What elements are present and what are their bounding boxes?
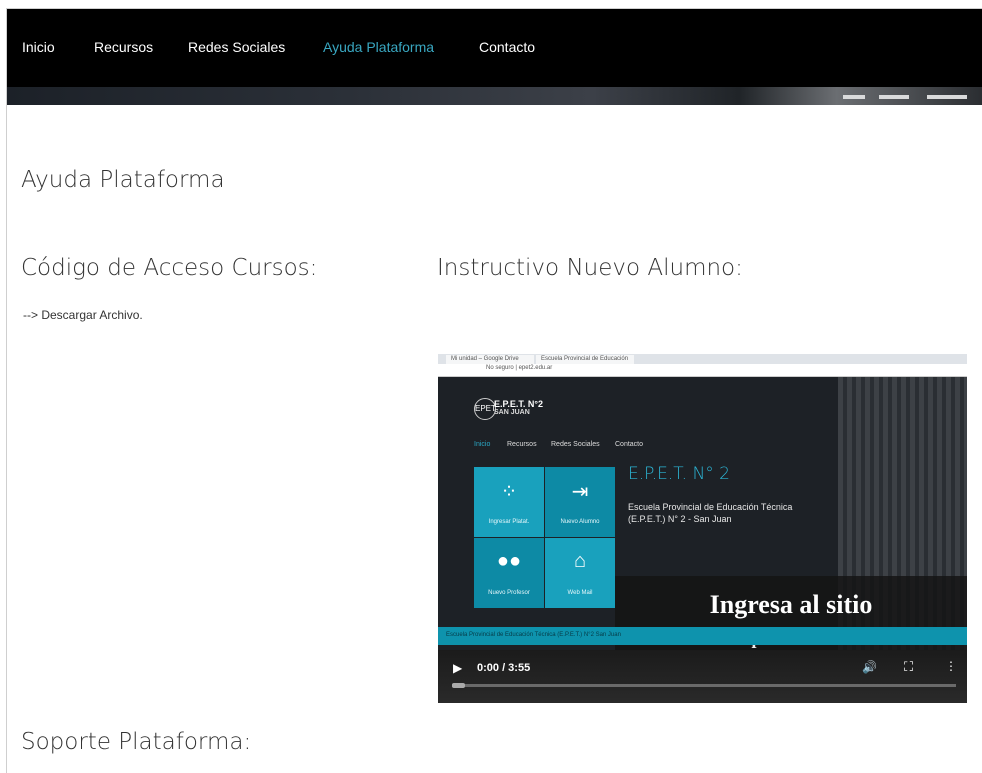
video-caption-overlay: Ingresa al sitio epet2.edu.ar: [615, 576, 967, 661]
nav-inicio[interactable]: Inicio: [22, 39, 55, 55]
new-student-guide-heading: Instructivo Nuevo Alumno:: [437, 255, 743, 281]
video-browser-tabbar: Mi unidad – Google Drive Escuela Provinc…: [438, 354, 967, 364]
video-nav-item: Recursos: [507, 441, 537, 448]
video-nav-item: Redes Sociales: [551, 441, 600, 448]
download-file-link[interactable]: --> Descargar Archivo.: [23, 308, 143, 322]
header-banner-strip: [7, 87, 982, 105]
video-progress-handle[interactable]: [452, 683, 465, 688]
nav-redes-sociales[interactable]: Redes Sociales: [188, 39, 285, 55]
video-browser-tab: Mi unidad – Google Drive: [446, 355, 534, 364]
video-site-content: EPET E.P.E.T. N°2 SAN JUAN Inicio Recurs…: [438, 377, 967, 661]
video-tile: ●● Nuevo Profesor: [474, 538, 544, 608]
access-code-heading: Código de Acceso Cursos:: [21, 255, 318, 281]
video-progress-bar[interactable]: [452, 683, 956, 688]
video-time: 0:00 / 3:55: [477, 662, 531, 674]
video-nav-item: Contacto: [615, 441, 644, 448]
video-logo-title: E.P.E.T. N°2: [494, 399, 543, 409]
video-controls: ▶ 0:00 / 3:55 🔊 ⛶ ⋮: [438, 650, 967, 703]
banner-mark: [843, 95, 865, 99]
login-icon: ⇥: [571, 481, 589, 503]
inbox-icon: ⌂: [573, 550, 587, 572]
users-icon: ●●: [496, 550, 522, 572]
video-tile-label: Ingresar Platat.: [488, 519, 530, 525]
banner-mark: [879, 95, 909, 99]
video-player[interactable]: Mi unidad – Google Drive Escuela Provinc…: [438, 354, 967, 703]
video-logo-subtitle: SAN JUAN: [494, 409, 530, 416]
video-tile: ⌂ Web Mail: [545, 538, 615, 608]
platform-support-heading: Soporte Plataforma:: [21, 729, 252, 755]
video-nav-item: Inicio: [474, 441, 491, 448]
video-address-text: No seguro | epet2.edu.ar: [486, 365, 553, 371]
page-title: Ayuda Plataforma: [21, 167, 225, 193]
video-tile-label: Web Mail: [567, 590, 593, 596]
fullscreen-icon[interactable]: ⛶: [904, 659, 913, 675]
video-tile: ⁘ Ingresar Platat.: [474, 467, 544, 537]
banner-mark: [927, 95, 967, 99]
page-frame: Inicio Recursos Redes Sociales Ayuda Pla…: [6, 8, 982, 773]
video-site-footer: Escuela Provincial de Educación Técnica …: [438, 627, 967, 645]
nav-recursos[interactable]: Recursos: [94, 39, 153, 55]
video-browser-tab: Escuela Provincial de Educación: [536, 355, 634, 364]
nav-ayuda-plataforma[interactable]: Ayuda Plataforma: [323, 39, 434, 55]
video-address-bar: No seguro | epet2.edu.ar: [438, 364, 967, 377]
video-tile: ⇥ Nuevo Alumno: [545, 467, 615, 537]
play-icon[interactable]: ▶: [453, 661, 462, 675]
volume-icon[interactable]: 🔊: [862, 660, 877, 674]
more-options-icon[interactable]: ⋮: [945, 659, 957, 673]
video-site-footer-text: Escuela Provincial de Educación Técnica …: [446, 632, 621, 638]
video-site-description: Escuela Provincial de Educación Técnica …: [628, 502, 793, 524]
nav-contacto[interactable]: Contacto: [479, 39, 535, 55]
top-navigation: Inicio Recursos Redes Sociales Ayuda Pla…: [7, 9, 982, 87]
video-site-title: E.P.E.T. N° 2: [628, 464, 730, 484]
video-logo-emblem: EPET: [474, 398, 496, 420]
video-caption-title: Ingresa al sitio: [709, 590, 873, 619]
video-tile-label: Nuevo Profesor: [488, 590, 530, 596]
spinner-icon: ⁘: [500, 481, 518, 503]
video-tile-label: Nuevo Alumno: [560, 519, 600, 525]
